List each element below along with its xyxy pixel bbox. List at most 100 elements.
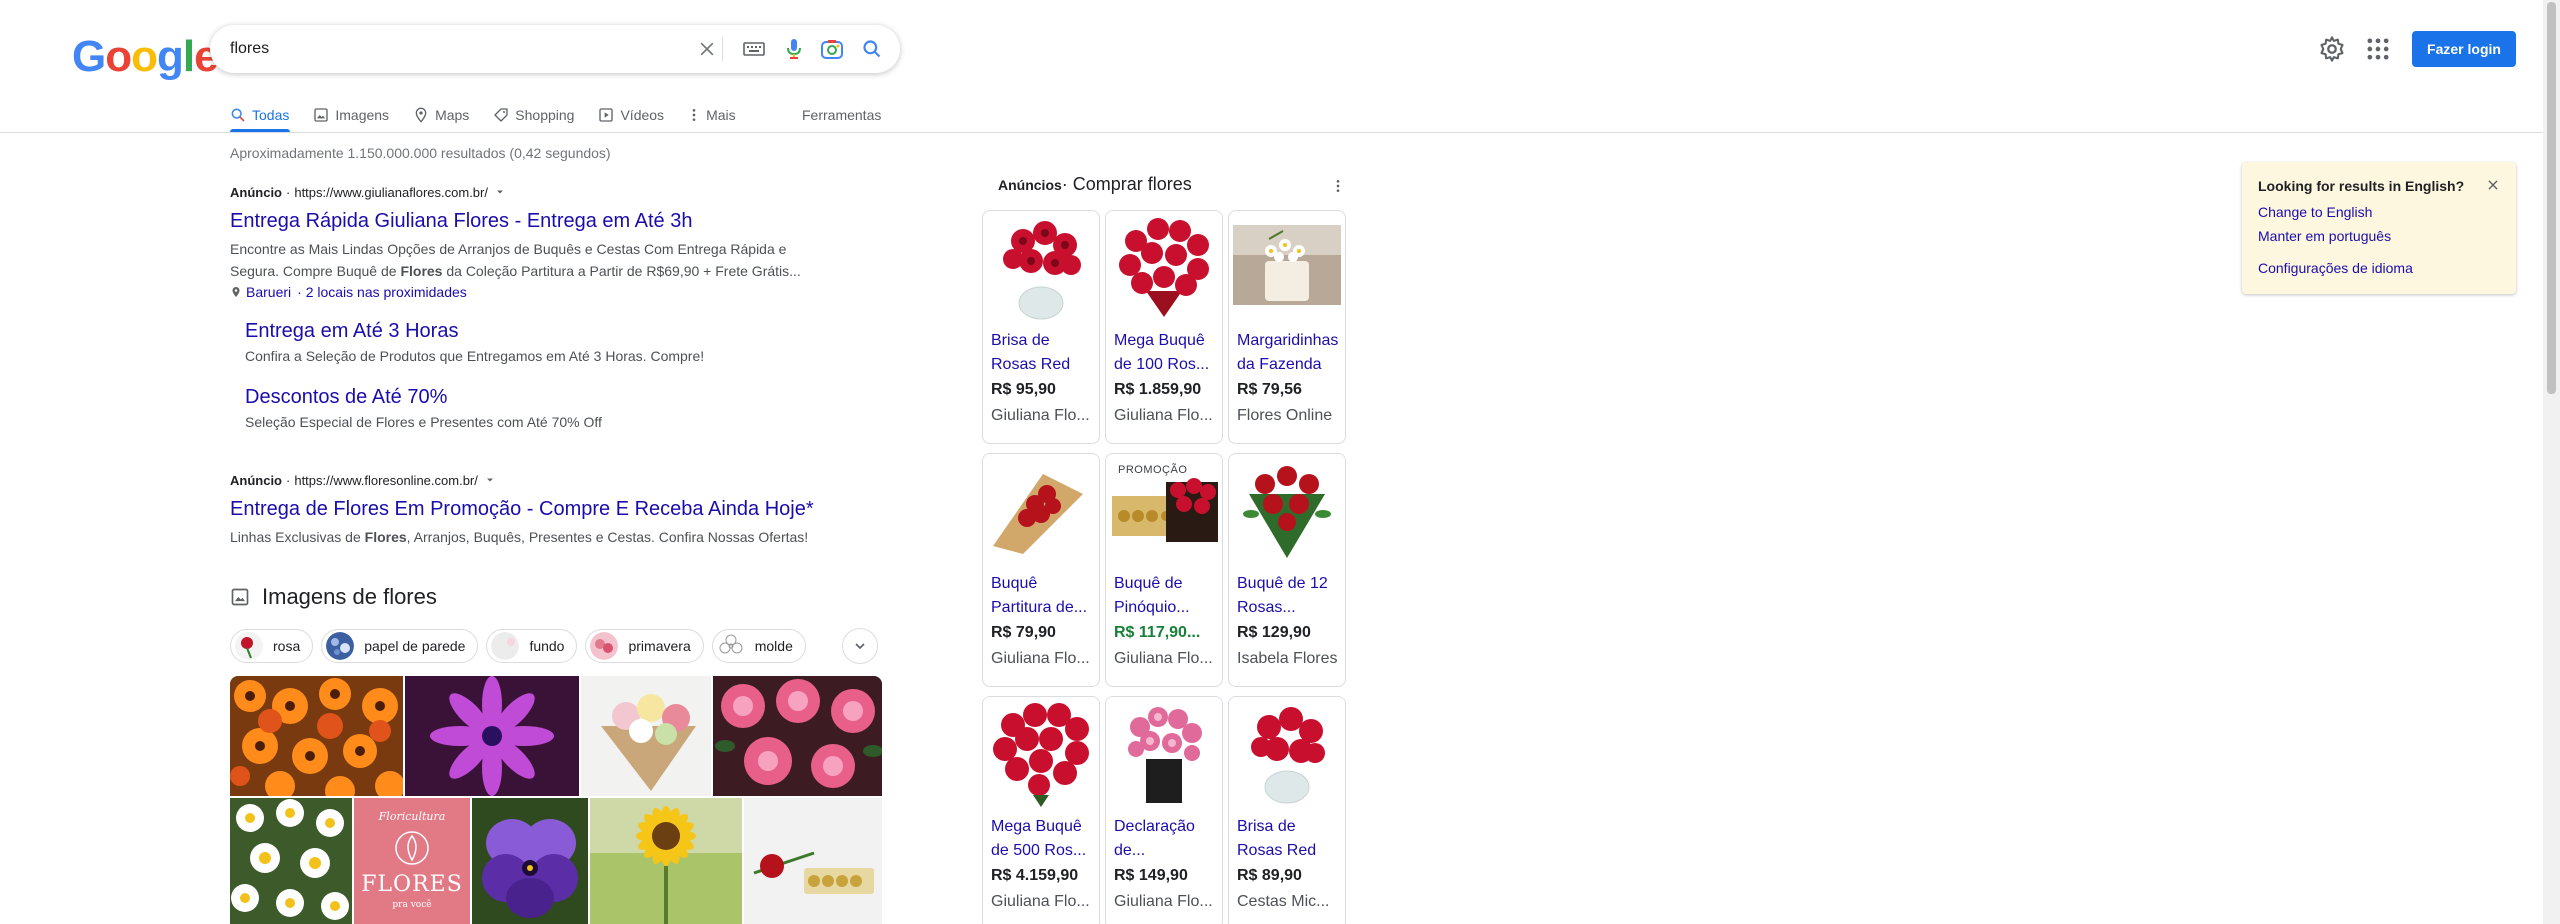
product-price: R$ 129,90	[1237, 624, 1311, 641]
search-icon[interactable]	[860, 37, 884, 61]
chip-label: fundo	[529, 638, 565, 654]
caret-down-icon[interactable]	[484, 474, 496, 486]
separator: ·	[286, 472, 291, 488]
search-box	[210, 25, 900, 73]
ad-badge: Anúncio	[230, 184, 282, 200]
settings-gear-icon[interactable]	[2318, 35, 2346, 63]
chip-rosa[interactable]: rosa	[230, 629, 314, 663]
product-store: Giuliana Flo...	[991, 407, 1090, 424]
language-settings-link[interactable]: Configurações de idioma	[2258, 260, 2413, 276]
ad-desc-line: Segura. Compre Buquê de Flores da Coleçã…	[230, 260, 930, 282]
tab-all[interactable]: Todas	[230, 98, 289, 132]
tab-shopping[interactable]: Shopping	[493, 98, 574, 132]
chip-fundo[interactable]: fundo	[486, 629, 578, 663]
product-card[interactable]: Buquê de 12 Rosas... R$ 129,90 Isabela F…	[1228, 453, 1346, 687]
tools-button[interactable]: Ferramentas	[802, 98, 881, 132]
product-store: Giuliana Flo...	[1114, 407, 1213, 424]
search-input[interactable]	[230, 37, 670, 61]
chevron-down-icon	[855, 643, 865, 650]
product-price: R$ 95,90	[991, 381, 1056, 398]
sitelink-title[interactable]: Entrega em Até 3 Horas	[245, 318, 930, 344]
image-result[interactable]	[472, 798, 588, 924]
change-to-english-link[interactable]: Change to English	[2258, 204, 2372, 220]
product-card[interactable]: Margaridinhas da Fazenda R$ 79,56 Flores…	[1228, 210, 1346, 444]
product-title: Brisa de Rosas Red	[1237, 818, 1317, 859]
tab-more[interactable]: Mais	[688, 98, 736, 132]
ad-desc-line: Encontre as Mais Lindas Opções de Arranj…	[230, 241, 787, 257]
chip-primavera[interactable]: primavera	[585, 629, 704, 663]
result-stats: Aproximadamente 1.150.000.000 resultados…	[230, 145, 611, 161]
ad-header: Anúncio · https://www.floresonline.com.b…	[230, 470, 930, 490]
background-thumbnail	[491, 632, 520, 660]
sitelink-title[interactable]: Descontos de Até 70%	[245, 384, 930, 410]
ad-desc-text: , Arranjos, Buquês, Presentes e Cestas. …	[406, 529, 809, 545]
video-icon	[599, 108, 614, 122]
ad-desc-text: da Coleção Partitura a Partir de R$69,90…	[442, 263, 801, 279]
product-card[interactable]: Buquê Partitura de... R$ 79,90 Giuliana …	[982, 453, 1100, 687]
ad-title-link[interactable]: Entrega de Flores Em Promoção - Compre E…	[230, 496, 930, 522]
apps-grid-icon[interactable]	[2364, 35, 2392, 63]
product-card[interactable]: Brisa de Rosas Red R$ 95,90 Giuliana Flo…	[982, 210, 1100, 444]
scrollbar-thumb[interactable]	[2547, 2, 2556, 394]
nearby-locations-link[interactable]: · 2 locais nas proximidades	[297, 284, 467, 300]
image-result[interactable]	[405, 676, 579, 796]
product-title: Buquê de 12 Rosas...	[1237, 575, 1328, 616]
logo-letter: o	[105, 32, 132, 81]
tab-label: Maps	[435, 107, 470, 123]
sign-in-button[interactable]: Fazer login	[2412, 31, 2516, 67]
product-card[interactable]: Mega Buquê de 100 Ros... R$ 1.859,90 Giu…	[1105, 210, 1223, 444]
page-scrollbar[interactable]	[2543, 0, 2560, 924]
language-box-title: Looking for results in English?	[2258, 178, 2465, 194]
ad-title-link[interactable]: Entrega Rápida Giuliana Flores - Entrega…	[230, 208, 930, 234]
tab-label: Imagens	[335, 107, 390, 123]
google-logo[interactable]: Google	[72, 32, 219, 82]
clear-icon[interactable]	[695, 37, 719, 61]
shopping-title: · Comprar flores	[1061, 174, 1192, 194]
close-icon[interactable]	[2486, 178, 2500, 197]
tab-maps[interactable]: Maps	[413, 98, 469, 132]
tag-icon	[494, 108, 508, 122]
product-price: R$ 149,90	[1114, 867, 1188, 884]
tab-images[interactable]: Imagens	[313, 98, 389, 132]
chip-molde[interactable]: molde	[711, 629, 806, 663]
product-store: Flores Online	[1237, 407, 1333, 424]
location-link[interactable]: Barueri	[246, 284, 291, 300]
image-result[interactable]	[713, 676, 882, 796]
image-result[interactable]	[230, 676, 403, 796]
chip-label: papel de parede	[364, 638, 466, 654]
chips-expand-button[interactable]	[842, 628, 878, 664]
keyboard-icon[interactable]	[742, 37, 766, 61]
chip-papel-de-parede[interactable]: papel de parede	[321, 629, 479, 663]
header: Google Fazer login	[0, 0, 2560, 98]
product-price: R$ 117,90...	[1114, 624, 1201, 641]
product-store: Cestas Mic...	[1237, 893, 1330, 910]
image-result[interactable]	[744, 798, 882, 924]
more-options-icon[interactable]	[1330, 178, 1346, 199]
image-result[interactable]	[590, 798, 742, 924]
caret-down-icon[interactable]	[494, 186, 506, 198]
product-card[interactable]: Declaração de... R$ 149,90 Giuliana Flo.…	[1105, 696, 1223, 924]
ad-url[interactable]: https://www.floresonline.com.br/	[294, 473, 478, 488]
image-result[interactable]	[230, 798, 352, 924]
tile-text: FLORES	[361, 872, 463, 897]
ad-desc-keyword: Flores	[400, 263, 443, 279]
ad-desc-keyword: Flores	[364, 529, 407, 545]
image-result[interactable]	[581, 676, 711, 796]
camera-lens-icon[interactable]	[820, 37, 844, 61]
microphone-icon[interactable]	[782, 37, 806, 61]
product-card[interactable]: Brisa de Rosas Red R$ 89,90 Cestas Mic..…	[1228, 696, 1346, 924]
separator: ·	[286, 184, 291, 200]
ad-url[interactable]: https://www.giulianaflores.com.br/	[294, 185, 488, 200]
product-title: Buquê Partitura de...	[991, 575, 1088, 616]
images-section-heading: Imagens de flores	[230, 584, 437, 610]
images-heading-text[interactable]: Imagens de flores	[262, 584, 437, 610]
rose-thumbnail	[235, 632, 263, 660]
image-result[interactable]: Floricultura FLORES pra você	[354, 798, 470, 924]
sitelink-description: Confira a Seleção de Produtos que Entreg…	[245, 348, 705, 364]
tab-videos[interactable]: Vídeos	[598, 98, 664, 132]
keep-portuguese-link[interactable]: Manter em português	[2258, 228, 2391, 244]
product-card[interactable]: PROMOÇÃO Buquê de Pinóquio... R$ 117,90.…	[1105, 453, 1223, 687]
sitelink: Entrega em Até 3 Horas Confira a Seleção…	[245, 318, 930, 366]
product-card[interactable]: Mega Buquê de 500 Ros... R$ 4.159,90 Giu…	[982, 696, 1100, 924]
ad-result: Anúncio · https://www.giulianaflores.com…	[230, 182, 930, 432]
